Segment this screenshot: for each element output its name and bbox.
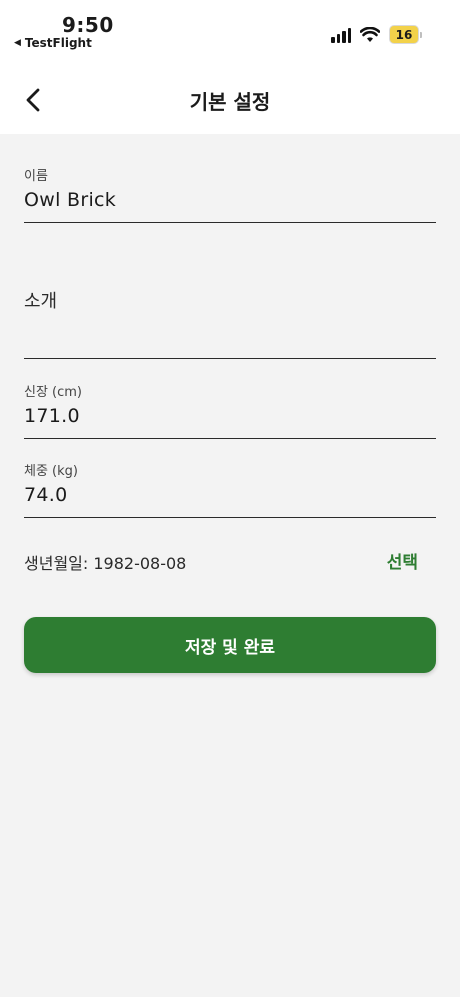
battery-level: 16 [389, 25, 419, 44]
page-title: 기본 설정 [189, 90, 271, 114]
birthdate-select-button[interactable]: 선택 [387, 548, 418, 573]
top-bar: 9:50 ◀ TestFlight 16 기본 설정 [0, 0, 460, 134]
intro-label: 소개 [24, 291, 58, 312]
status-time: 9:50 [62, 13, 114, 37]
cellular-signal-icon [331, 27, 351, 43]
battery-icon: 16 [389, 25, 422, 44]
status-bar: 9:50 ◀ TestFlight 16 [0, 0, 460, 60]
weight-label: 체중 (kg) [24, 464, 78, 479]
name-field[interactable]: 이름 Owl Brick [24, 162, 436, 223]
intro-field[interactable]: 소개 [24, 284, 436, 359]
name-input[interactable]: Owl Brick [24, 189, 116, 211]
wifi-icon [360, 26, 380, 42]
back-triangle-icon: ◀ [14, 38, 21, 48]
height-field[interactable]: 신장 (cm) 171.0 [24, 378, 436, 439]
height-input[interactable]: 171.0 [24, 405, 80, 427]
save-complete-label: 저장 및 완료 [184, 637, 276, 658]
system-indicators: 16 [331, 25, 422, 44]
weight-input[interactable]: 74.0 [24, 484, 68, 506]
birthdate-text: 생년월일: 1982-08-08 [24, 554, 187, 573]
weight-field[interactable]: 체중 (kg) 74.0 [24, 458, 436, 518]
name-label: 이름 [24, 169, 48, 184]
back-to-app-link[interactable]: ◀ TestFlight [14, 36, 92, 50]
birthdate-row: 생년월일: 1982-08-08 선택 [24, 548, 436, 574]
height-label: 신장 (cm) [24, 385, 83, 400]
save-complete-button[interactable]: 저장 및 완료 [24, 617, 436, 673]
navigation-bar: 기본 설정 [0, 72, 460, 128]
back-app-label: TestFlight [24, 36, 92, 50]
